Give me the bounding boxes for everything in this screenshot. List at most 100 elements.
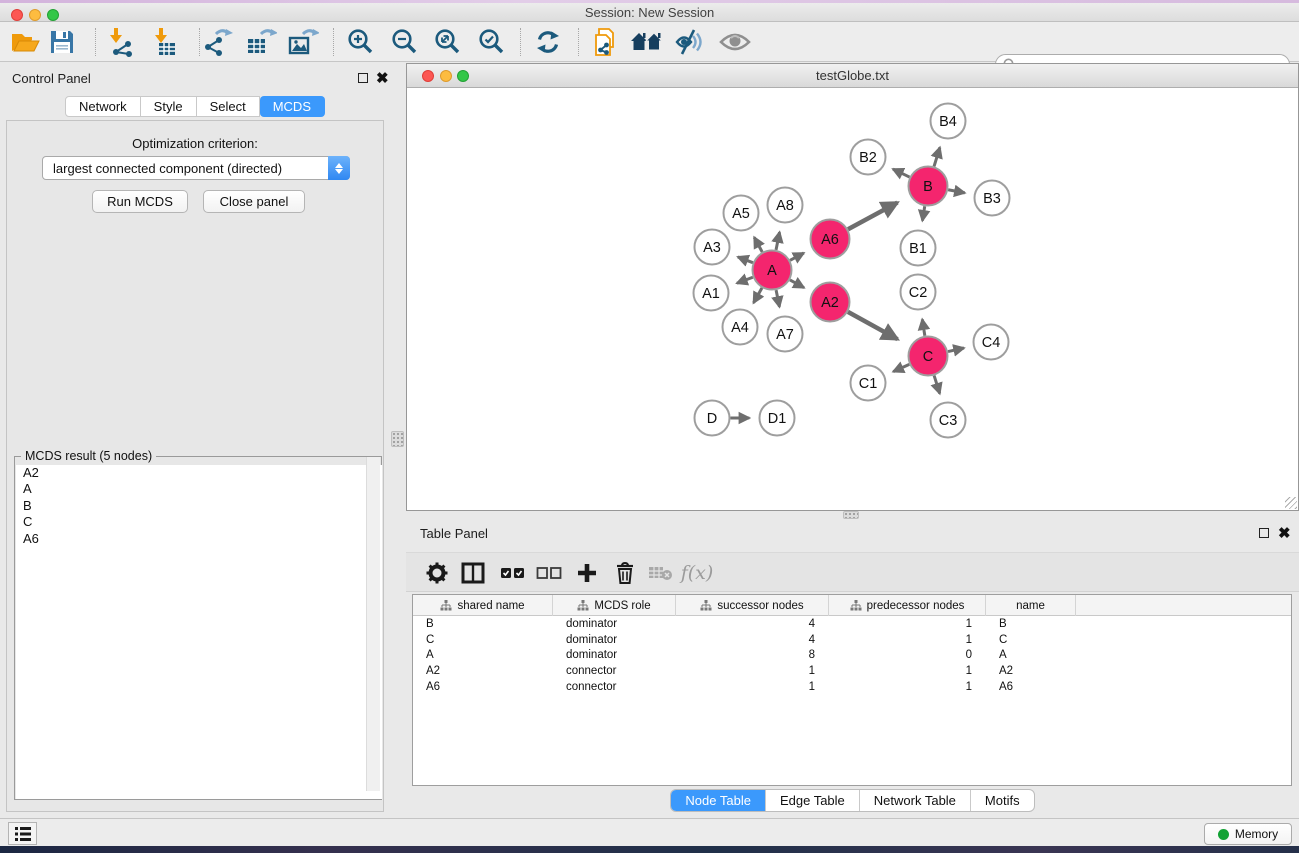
window-minimize-button[interactable] [29,9,41,21]
edge-A-A2[interactable] [790,280,804,288]
edge-B-B4[interactable] [934,147,940,166]
import-network-icon[interactable] [104,27,138,57]
criterion-dropdown[interactable]: largest connected component (directed) [42,156,350,180]
run-mcds-button[interactable]: Run MCDS [92,190,188,213]
zoom-selected-icon[interactable] [475,27,509,57]
node-B[interactable]: B [909,167,948,206]
node-A[interactable]: A [753,251,792,290]
close-panel-icon[interactable]: ✖ [376,74,389,84]
import-table-icon[interactable] [149,27,183,57]
table-row[interactable]: Adominator80A [413,648,1291,664]
zoom-in-icon[interactable] [344,27,378,57]
edge-A-A5[interactable] [754,237,762,252]
edge-A-A7[interactable] [776,290,779,307]
export-table-icon[interactable] [244,27,278,57]
list-item[interactable]: B [16,498,382,514]
node-C2[interactable]: C2 [901,275,936,310]
network-zoom-button[interactable] [457,70,469,82]
save-session-icon[interactable] [45,27,79,57]
delete-columns-icon[interactable] [608,558,642,588]
node-C1[interactable]: C1 [851,366,886,401]
edge-A-A1[interactable] [737,277,753,283]
node-A1[interactable]: A1 [694,276,729,311]
export-network-icon[interactable] [201,27,235,57]
edge-C-C2[interactable] [922,319,925,335]
window-titlebar[interactable]: Session: New Session [0,3,1299,22]
edge-C-C4[interactable] [948,348,964,352]
vertical-splitter-grip[interactable] [391,431,404,447]
result-scrollbar[interactable] [366,457,380,791]
node-A2[interactable]: A2 [811,283,850,322]
tab-network[interactable]: Network [65,96,141,117]
edge-A6-B[interactable] [848,203,897,230]
hide-graphics-details-icon[interactable] [673,27,707,57]
delete-table-icon[interactable] [644,558,678,588]
table-row[interactable]: Bdominator41B [413,616,1291,632]
list-item[interactable]: A2 [16,465,382,481]
edge-A-A4[interactable] [754,288,762,303]
resize-grip-icon[interactable] [1285,497,1297,509]
network-minimize-button[interactable] [440,70,452,82]
node-C4[interactable]: C4 [974,325,1009,360]
tab-node-table[interactable]: Node Table [671,790,766,811]
tab-style[interactable]: Style [141,96,197,117]
float-panel-icon[interactable] [358,73,368,83]
edge-C-C1[interactable] [893,364,909,371]
node-A5[interactable]: A5 [724,196,759,231]
table-row[interactable]: Cdominator41C [413,632,1291,648]
open-session-icon[interactable] [8,27,42,57]
edge-A-A3[interactable] [738,257,753,263]
node-C[interactable]: C [909,337,948,376]
node-A8[interactable]: A8 [768,188,803,223]
node-B2[interactable]: B2 [851,140,886,175]
show-panel-list-button[interactable] [8,822,37,845]
clone-network-icon[interactable] [589,27,623,57]
memory-button[interactable]: Memory [1204,823,1292,845]
tab-motifs[interactable]: Motifs [971,790,1034,811]
refresh-view-icon[interactable] [531,27,565,57]
edge-A-A8[interactable] [776,232,780,250]
node-D[interactable]: D [695,401,730,436]
edge-B-B2[interactable] [893,169,910,177]
list-item[interactable]: A [16,481,382,497]
horizontal-splitter-grip[interactable] [843,511,859,519]
unselect-all-columns-icon[interactable] [532,558,566,588]
column-header-predecessor-nodes[interactable]: predecessor nodes [829,595,986,616]
show-view-icon[interactable] [718,27,752,57]
node-C3[interactable]: C3 [931,403,966,438]
window-zoom-button[interactable] [47,9,59,21]
tab-mcds[interactable]: MCDS [260,96,325,117]
node-A7[interactable]: A7 [768,317,803,352]
node-D1[interactable]: D1 [760,401,795,436]
edge-A2-C[interactable] [848,312,898,339]
close-table-panel-icon[interactable]: ✖ [1278,529,1291,539]
column-header-mcds-role[interactable]: MCDS role [553,595,676,616]
float-table-panel-icon[interactable] [1259,528,1269,538]
export-image-icon[interactable] [286,27,320,57]
column-header-name[interactable]: name [986,595,1076,616]
node-A6[interactable]: A6 [811,220,850,259]
network-close-button[interactable] [422,70,434,82]
table-settings-icon[interactable] [420,558,454,588]
edge-B-B1[interactable] [922,206,924,220]
edge-C-C3[interactable] [934,376,940,394]
network-view[interactable]: A5A8A3A1A4A7AA6A2BB2B4B3B1CC2C4C1C3DD1 [407,88,1298,510]
node-B3[interactable]: B3 [975,181,1010,216]
zoom-fit-icon[interactable] [431,27,465,57]
node-A3[interactable]: A3 [695,230,730,265]
window-close-button[interactable] [11,9,23,21]
zoom-out-icon[interactable] [388,27,422,57]
mcds-result-list[interactable]: A2ABCA6 [16,465,382,799]
table-row[interactable]: A6connector11A6 [413,679,1291,695]
node-table[interactable]: shared nameMCDS rolesuccessor nodesprede… [412,594,1292,786]
edge-B-B3[interactable] [948,190,965,193]
edge-A-A6[interactable] [790,253,804,260]
table-row[interactable]: A2connector11A2 [413,663,1291,679]
network-window-titlebar[interactable]: testGlobe.txt [407,64,1298,88]
tab-select[interactable]: Select [197,96,260,117]
cybrowser-home-icon[interactable] [630,27,664,57]
function-builder-icon[interactable]: f(x) [680,558,714,588]
close-panel-button[interactable]: Close panel [203,190,305,213]
node-B4[interactable]: B4 [931,104,966,139]
select-all-columns-icon[interactable] [496,558,530,588]
